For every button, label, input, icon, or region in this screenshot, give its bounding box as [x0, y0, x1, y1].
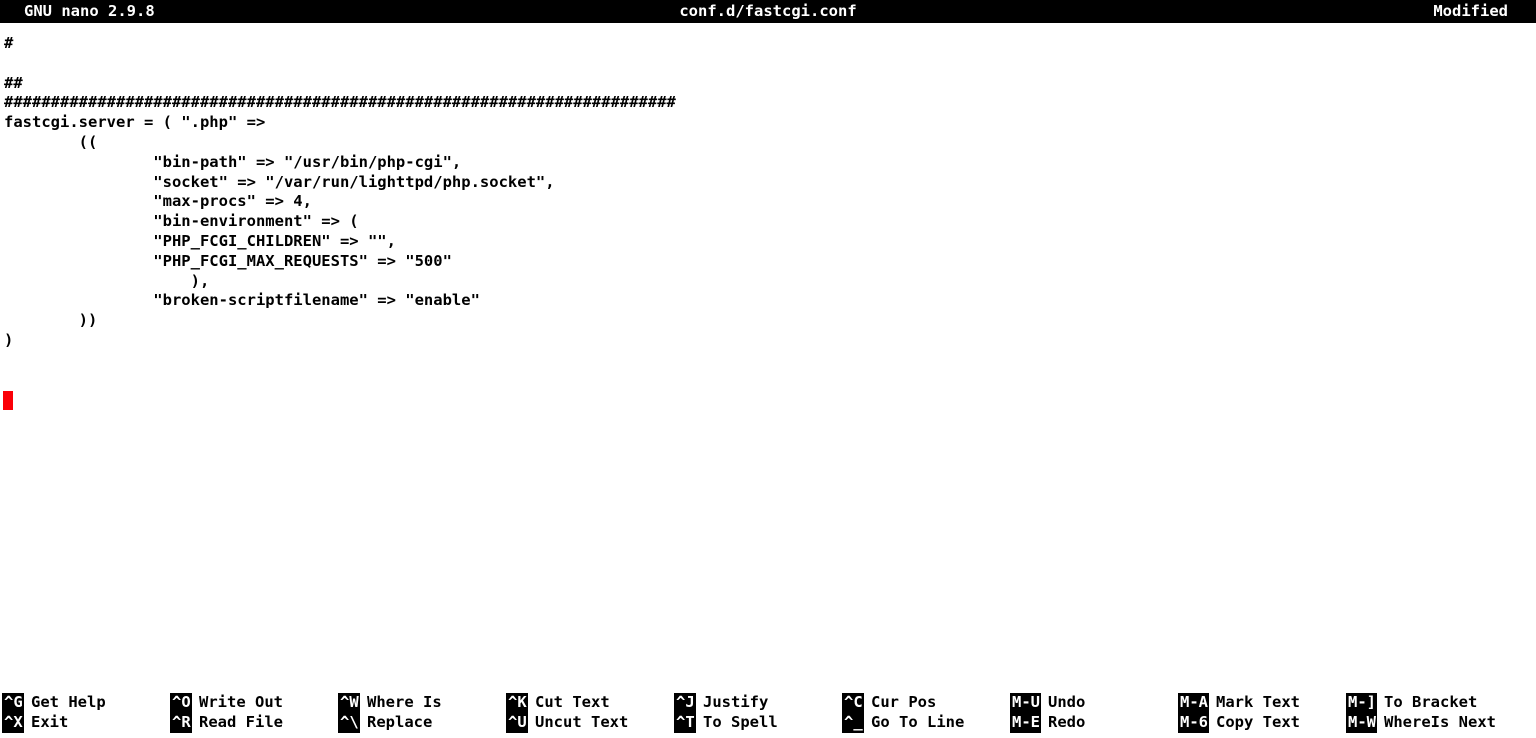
shortcut-label: To Spell — [703, 713, 778, 732]
editor-line: "bin-path" => "/usr/bin/php-cgi", — [4, 152, 462, 171]
shortcut-label: Uncut Text — [535, 713, 629, 732]
editor-line: "socket" => "/var/run/lighttpd/php.socke… — [4, 172, 555, 191]
shortcut-key-badge: ^O — [170, 693, 192, 713]
shortcut-column: M-] To Bracket M-W WhereIs Next — [1346, 693, 1514, 735]
shortcut-label: WhereIs Next — [1384, 713, 1496, 732]
shortcut-key-badge: M-A — [1178, 693, 1209, 713]
shortcut-entry[interactable]: ^J Justify — [674, 693, 842, 713]
shortcut-key-badge: M-6 — [1178, 713, 1209, 733]
editor-line: # — [4, 34, 14, 52]
editor-line: "PHP_FCGI_CHILDREN" => "", — [4, 231, 396, 250]
shortcut-help-bar: ^G Get Help ^X Exit ^O Write Out ^R Read File ^W… — [0, 693, 1536, 735]
shortcut-key-badge: M-U — [1010, 693, 1041, 713]
shortcut-column: ^K Cut Text ^U Uncut Text — [506, 693, 674, 735]
shortcut-label: Copy Text — [1216, 713, 1300, 732]
shortcut-key-badge: ^_ — [842, 713, 864, 733]
shortcut-key-badge: ^C — [842, 693, 864, 713]
shortcut-column: ^J Justify ^T To Spell — [674, 693, 842, 735]
shortcut-entry[interactable]: M-A Mark Text — [1178, 693, 1346, 713]
editor-line: "bin-environment" => ( — [4, 212, 359, 231]
shortcut-key-badge: ^T — [674, 713, 696, 733]
shortcut-entry[interactable]: ^G Get Help — [2, 693, 170, 713]
shortcut-label: Exit — [31, 713, 69, 732]
modified-status-badge: Modified — [1433, 2, 1508, 20]
shortcut-entry[interactable]: ^W Where Is — [338, 693, 506, 713]
shortcut-entry[interactable]: ^O Write Out — [170, 693, 338, 713]
shortcut-column: ^O Write Out ^R Read File — [170, 693, 338, 735]
filename-label: conf.d/fastcgi.conf — [679, 2, 857, 20]
shortcut-column: ^C Cur Pos ^_ Go To Line — [842, 693, 1010, 735]
editor-line: ########################################… — [4, 93, 676, 112]
shortcut-label: Write Out — [199, 693, 283, 712]
editor-line: fastcgi.server = ( ".php" => — [4, 113, 266, 132]
shortcut-entry[interactable]: ^\ Replace — [338, 713, 506, 733]
editor-line: ## — [4, 73, 23, 92]
text-cursor — [3, 391, 13, 410]
titlebar: GNU nano 2.9.8 conf.d/fastcgi.conf Modif… — [0, 0, 1536, 23]
shortcut-column: M-A Mark Text M-6 Copy Text — [1178, 693, 1346, 735]
shortcut-label: Where Is — [367, 693, 442, 712]
shortcut-key-badge: ^X — [2, 713, 24, 733]
shortcut-label: Cur Pos — [871, 693, 937, 712]
editor-text-area[interactable]: # ## ####################################… — [0, 34, 1536, 684]
shortcut-label: Replace — [367, 713, 433, 732]
shortcut-label: Mark Text — [1216, 693, 1300, 712]
shortcut-label: Read File — [199, 713, 283, 732]
shortcut-entry[interactable]: ^C Cur Pos — [842, 693, 1010, 713]
editor-line: "broken-scriptfilename" => "enable" — [4, 291, 480, 310]
shortcut-entry[interactable]: ^R Read File — [170, 713, 338, 733]
editor-line: )) — [4, 311, 98, 330]
shortcut-column: M-U Undo M-E Redo — [1010, 693, 1178, 735]
shortcut-entry[interactable]: M-W WhereIs Next — [1346, 713, 1514, 733]
editor-line: "max-procs" => 4, — [4, 192, 312, 211]
shortcut-column: ^W Where Is ^\ Replace — [338, 693, 506, 735]
editor-line: ), — [4, 271, 210, 290]
editor-line: "PHP_FCGI_MAX_REQUESTS" => "500" — [4, 251, 452, 270]
shortcut-label: Undo — [1048, 693, 1086, 712]
shortcut-key-badge: ^\ — [338, 713, 360, 733]
shortcut-entry[interactable]: ^X Exit — [2, 713, 170, 733]
shortcut-entry[interactable]: M-6 Copy Text — [1178, 713, 1346, 733]
shortcut-key-badge: ^J — [674, 693, 696, 713]
shortcut-key-badge: ^W — [338, 693, 360, 713]
shortcut-entry[interactable]: ^_ Go To Line — [842, 713, 1010, 733]
shortcut-key-badge: ^R — [170, 713, 192, 733]
shortcut-entry[interactable]: M-E Redo — [1010, 713, 1178, 733]
shortcut-key-badge: ^K — [506, 693, 528, 713]
shortcut-entry[interactable]: M-U Undo — [1010, 693, 1178, 713]
shortcut-key-badge: ^U — [506, 713, 528, 733]
shortcut-key-badge: M-W — [1346, 713, 1377, 733]
shortcut-label: Redo — [1048, 713, 1086, 732]
shortcut-label: Justify — [703, 693, 769, 712]
shortcut-label: Go To Line — [871, 713, 965, 732]
shortcut-label: To Bracket — [1384, 693, 1478, 712]
shortcut-entry[interactable]: M-] To Bracket — [1346, 693, 1514, 713]
shortcut-column: ^G Get Help ^X Exit — [2, 693, 170, 735]
shortcut-entry[interactable]: ^K Cut Text — [506, 693, 674, 713]
editor-line: (( — [4, 132, 98, 151]
shortcut-key-badge: ^G — [2, 693, 24, 713]
shortcut-key-badge: M-E — [1010, 713, 1041, 733]
shortcut-entry[interactable]: ^T To Spell — [674, 713, 842, 733]
shortcut-entry[interactable]: ^U Uncut Text — [506, 713, 674, 733]
shortcut-key-badge: M-] — [1346, 693, 1377, 713]
editor-line: ) — [4, 330, 14, 349]
shortcut-label: Cut Text — [535, 693, 610, 712]
shortcut-label: Get Help — [31, 693, 106, 712]
